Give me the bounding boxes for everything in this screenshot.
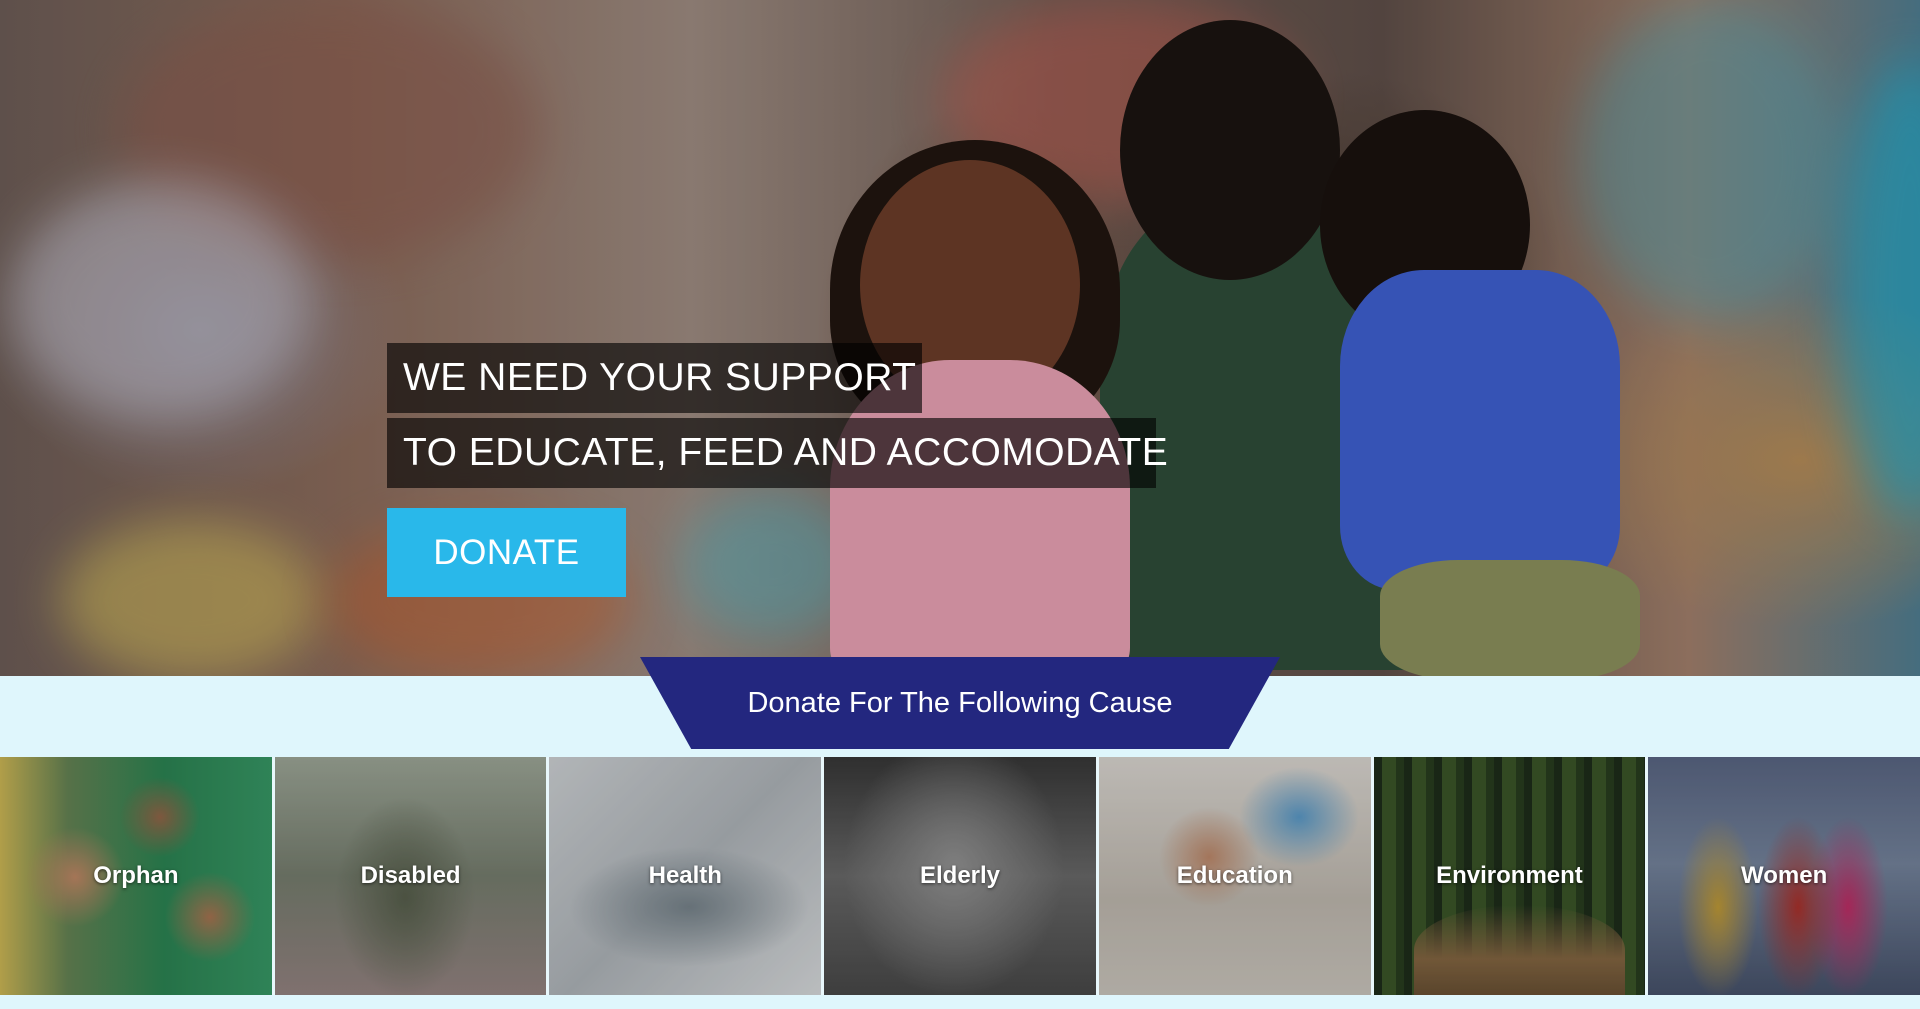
cause-tile-health[interactable]: Health [549, 757, 822, 995]
cause-tile-women[interactable]: Women [1648, 757, 1920, 995]
causes-grid: Orphan Disabled Health Elderly Education… [0, 757, 1920, 995]
hero-subheadline: TO EDUCATE, FEED AND ACCOMODATE [387, 418, 1168, 488]
cause-label: Health [648, 862, 722, 889]
cause-label: Elderly [919, 862, 1001, 889]
cause-label: Disabled [360, 862, 461, 889]
cause-tile-disabled[interactable]: Disabled [274, 757, 547, 995]
hero-overlay [0, 0, 1920, 676]
cause-tile-environment[interactable]: Environment [1373, 757, 1646, 995]
cause-label: Education [1176, 862, 1293, 889]
cause-tile-education[interactable]: Education [1098, 757, 1371, 995]
donate-button[interactable]: DONATE [387, 508, 626, 597]
cause-tile-orphan[interactable]: Orphan [0, 757, 272, 995]
cause-label: Orphan [93, 862, 179, 889]
cause-label: Environment [1436, 862, 1583, 889]
hero-banner: WE NEED YOUR SUPPORT TO EDUCATE, FEED AN… [0, 0, 1920, 676]
causes-heading-banner: Donate For The Following Cause [640, 657, 1280, 749]
cause-tile-elderly[interactable]: Elderly [824, 757, 1096, 995]
cause-label: Women [1741, 862, 1828, 889]
causes-heading: Donate For The Following Cause [747, 686, 1173, 719]
hero-headline: WE NEED YOUR SUPPORT [387, 343, 922, 413]
